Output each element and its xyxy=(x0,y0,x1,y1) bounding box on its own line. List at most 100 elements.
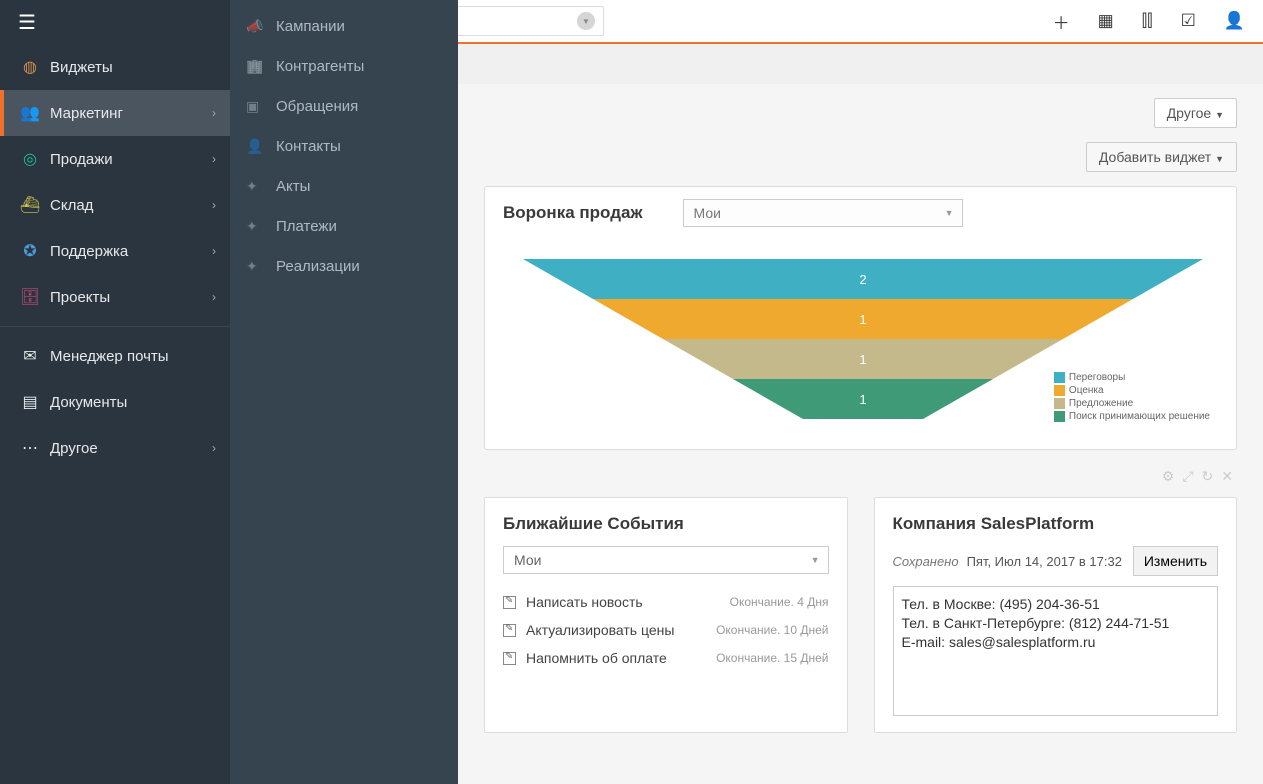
submenu-sidebar: 📣 Кампании 🏢Контрагенты ▣ Обращения 👤 Контакты… xyxy=(230,0,458,784)
event-row[interactable]: Напомнить об оплатеОкончание. 15 Дней xyxy=(503,644,829,672)
event-text: Актуализировать цены xyxy=(526,622,674,638)
sidebar-secondary-0[interactable]: ✉ Менеджер почты xyxy=(0,333,230,379)
expand-icon[interactable]: ⤢ xyxy=(1182,468,1193,485)
funnel-widget: Воронка продаж Мои▼ 2 1 1 1 Переговоры Оценк… xyxy=(484,186,1237,450)
sidebar-divider xyxy=(0,326,230,327)
funnel-chart: 2 1 1 1 Переговоры Оценка Предложение Поиск пр… xyxy=(485,239,1236,449)
submenu-item-5[interactable]: ✦Платежи xyxy=(230,206,458,246)
sidebar-icon: ▤ xyxy=(18,392,42,412)
edit-button[interactable]: Изменить xyxy=(1133,546,1218,576)
chevron-right-icon: › xyxy=(212,441,216,455)
submenu-label: Контрагенты xyxy=(276,58,364,75)
submenu-icon: ✦ xyxy=(246,178,266,195)
submenu-item-6[interactable]: ✦Реализации xyxy=(230,246,458,286)
submenu-item-4[interactable]: ✦ Акты xyxy=(230,166,458,206)
submenu-item-3[interactable]: 👤 Контакты xyxy=(230,126,458,166)
sidebar-icon: ◎ xyxy=(18,149,42,169)
submenu-icon: ▣ xyxy=(246,98,266,115)
events-widget: Ближайшие События Мои▼ Написать новостьО… xyxy=(484,497,848,733)
sidebar-label: Проекты xyxy=(50,289,110,306)
submenu-label: Кампании xyxy=(276,18,345,35)
events-title: Ближайшие События xyxy=(503,514,829,534)
main-content: Другое ▼ Добавить виджет ▼ Воронка прода… xyxy=(458,44,1263,733)
event-row[interactable]: Написать новостьОкончание. 4 Дня xyxy=(503,588,829,616)
event-checkbox[interactable] xyxy=(503,596,516,609)
legend-label: Поиск принимающих решение xyxy=(1069,411,1210,422)
user-icon[interactable]: 👤 xyxy=(1224,11,1245,31)
legend-swatch xyxy=(1054,385,1065,396)
sidebar-icon: ✉ xyxy=(18,346,42,366)
submenu-label: Акты xyxy=(276,178,310,195)
chart-icon[interactable]: ⫿⫿ xyxy=(1142,11,1153,31)
toolbar-strip xyxy=(458,44,1263,84)
primary-sidebar: ☰ ◍Виджеты👥Маркетинг›◎Продажи›⛴Склад›✪По… xyxy=(0,0,230,784)
sidebar-secondary-1[interactable]: ▤Документы xyxy=(0,379,230,425)
sidebar-item-0[interactable]: ◍Виджеты xyxy=(0,44,230,90)
funnel-value: 1 xyxy=(859,312,866,327)
sidebar-item-3[interactable]: ⛴Склад› xyxy=(0,182,230,228)
sidebar-label: Менеджер почты xyxy=(50,348,169,365)
calendar-icon[interactable]: ▦ xyxy=(1098,11,1114,31)
submenu-icon: ✦ xyxy=(246,218,266,235)
submenu-label: Контакты xyxy=(276,138,341,155)
search-dropdown-icon[interactable]: ▼ xyxy=(577,12,595,30)
funnel-value: 1 xyxy=(859,392,866,407)
submenu-item-2[interactable]: ▣ Обращения xyxy=(230,86,458,126)
legend-item: Поиск принимающих решение xyxy=(1054,410,1210,423)
chevron-right-icon: › xyxy=(212,152,216,166)
submenu-item-1[interactable]: 🏢Контрагенты xyxy=(230,46,458,86)
add-icon[interactable]: ＋ xyxy=(1053,9,1070,34)
submenu-icon: ✦ xyxy=(246,258,266,275)
submenu-icon: 👤 xyxy=(246,138,266,155)
sidebar-item-5[interactable]: 🗄 Проекты › xyxy=(0,274,230,320)
sidebar-item-2[interactable]: ◎ Продажи › xyxy=(0,136,230,182)
funnel-value: 2 xyxy=(859,272,866,287)
widget-controls: ⚙ ⤢ ↻ ✕ xyxy=(458,464,1263,497)
funnel-filter-select[interactable]: Мои▼ xyxy=(683,199,963,227)
sidebar-icon: 👥 xyxy=(18,103,42,123)
sidebar-icon: ⛴ xyxy=(18,195,42,215)
sidebar-label: Виджеты xyxy=(50,59,113,76)
other-button[interactable]: Другое ▼ xyxy=(1154,98,1237,128)
gear-icon[interactable]: ⚙ xyxy=(1162,468,1175,485)
sidebar-item-4[interactable]: ✪Поддержка› xyxy=(0,228,230,274)
sidebar-icon: 🗄 xyxy=(18,287,42,307)
sidebar-secondary-2[interactable]: ⋯Другое› xyxy=(0,425,230,471)
event-deadline: Окончание. 4 Дня xyxy=(730,595,829,609)
chevron-right-icon: › xyxy=(212,106,216,120)
hamburger-icon[interactable]: ☰ xyxy=(0,0,230,44)
sidebar-label: Поддержка xyxy=(50,243,128,260)
chevron-right-icon: › xyxy=(212,290,216,304)
legend-swatch xyxy=(1054,398,1065,409)
submenu-label: Обращения xyxy=(276,98,358,115)
add-widget-button[interactable]: Добавить виджет ▼ xyxy=(1086,142,1237,172)
sidebar-label: Продажи xyxy=(50,151,113,168)
legend-swatch xyxy=(1054,372,1065,383)
sidebar-item-1[interactable]: 👥Маркетинг› xyxy=(0,90,230,136)
submenu-item-0[interactable]: 📣 Кампании xyxy=(230,6,458,46)
legend-label: Оценка xyxy=(1069,385,1104,396)
company-notes[interactable]: Тел. в Москве: (495) 204-36-51Тел. в Сан… xyxy=(893,586,1219,716)
events-filter-select[interactable]: Мои▼ xyxy=(503,546,829,574)
funnel-title: Воронка продаж xyxy=(503,203,643,223)
legend-swatch xyxy=(1054,411,1065,422)
company-title: Компания SalesPlatform xyxy=(893,514,1219,534)
check-icon[interactable]: ☑ xyxy=(1181,11,1196,31)
event-row[interactable]: Актуализировать цены Окончание. 10 Дней xyxy=(503,616,829,644)
submenu-icon: 📣 xyxy=(246,18,266,35)
close-icon[interactable]: ✕ xyxy=(1221,468,1233,485)
chevron-right-icon: › xyxy=(212,244,216,258)
legend-item: Переговоры xyxy=(1054,371,1210,384)
event-checkbox[interactable] xyxy=(503,652,516,665)
sidebar-label: Другое xyxy=(50,440,98,457)
legend-label: Переговоры xyxy=(1069,372,1125,383)
event-deadline: Окончание. 10 Дней xyxy=(716,623,828,637)
company-widget: Компания SalesPlatform Сохранено Пят, Ию… xyxy=(874,497,1238,733)
refresh-icon[interactable]: ↻ xyxy=(1202,468,1214,485)
event-checkbox[interactable] xyxy=(503,624,516,637)
legend-label: Предложение xyxy=(1069,398,1133,409)
funnel-value: 1 xyxy=(859,352,866,367)
sidebar-label: Склад xyxy=(50,197,93,214)
saved-date: Пят, Июл 14, 2017 в 17:32 xyxy=(967,554,1122,569)
event-text: Напомнить об оплате xyxy=(526,650,667,666)
